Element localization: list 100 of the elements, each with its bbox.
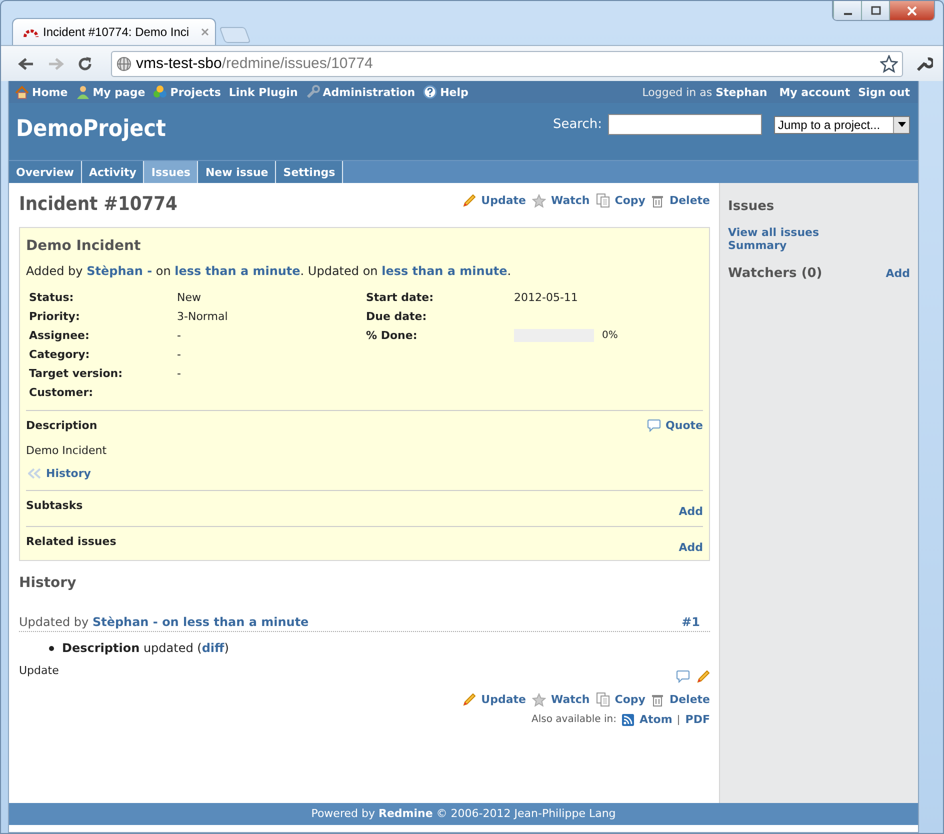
section-heading: Related issues: [26, 535, 116, 548]
journal-number-link[interactable]: #1: [682, 615, 700, 629]
field-value: 2012-05-11: [514, 291, 578, 304]
sidebar-heading: Watchers (0): [728, 266, 822, 281]
action-link[interactable]: Copy: [596, 193, 646, 208]
history-heading: History: [19, 575, 78, 591]
action-link[interactable]: Delete: [651, 692, 710, 706]
browser-tab[interactable]: Incident #10774: Demo Inci: [12, 18, 216, 45]
tab-title: Incident #10774: Demo Inci: [43, 25, 190, 39]
add-link[interactable]: Add: [678, 505, 703, 518]
action-link[interactable]: Update: [462, 194, 526, 208]
caret-icon: [898, 122, 906, 127]
field-value: 3-Normal: [177, 310, 228, 323]
bookmark-star-icon[interactable]: [880, 54, 898, 72]
text-link[interactable]: Stèphan -: [86, 264, 152, 278]
action-link[interactable]: Update: [462, 692, 526, 706]
menu-link[interactable]: Help: [423, 85, 468, 99]
menu-link[interactable]: My page: [76, 85, 146, 99]
history-link[interactable]: History: [28, 467, 91, 480]
pencil-icon[interactable]: [696, 670, 710, 684]
issue-title: Incident #10774: [19, 193, 178, 215]
documents-icon: [596, 193, 610, 208]
reload-icon[interactable]: [77, 56, 93, 72]
field-label: Customer:: [29, 386, 94, 399]
journal-notes: Update: [19, 664, 59, 679]
action-link[interactable]: Watch: [532, 692, 590, 706]
action-link[interactable]: Copy: [596, 692, 646, 707]
field-label: Due date:: [366, 310, 428, 323]
field-value: -: [177, 367, 181, 380]
field-label: Start date:: [366, 291, 435, 304]
section-heading: Description: [26, 419, 98, 432]
close-window-button[interactable]: [889, 1, 934, 20]
format-link[interactable]: PDF: [685, 713, 710, 726]
formats-label: Also available in:: [532, 714, 616, 725]
close-icon[interactable]: [201, 28, 209, 36]
trash-icon: [651, 692, 664, 706]
account-link[interactable]: Sign out: [858, 86, 910, 98]
rss-icon: [622, 714, 634, 726]
diff-link[interactable]: diff: [202, 641, 224, 655]
footer-text: Powered by Redmine © 2006-2012 Jean-Philippe Lang: [9, 803, 918, 825]
globe-icon: [116, 56, 132, 72]
menu-tab[interactable]: Activity: [82, 161, 144, 183]
star-icon: [532, 194, 546, 208]
menu-link[interactable]: Administration: [306, 85, 416, 99]
bullet-icon: [49, 646, 54, 650]
search-label: Search:: [552, 117, 602, 132]
menu-tab[interactable]: New issue: [198, 161, 276, 183]
trash-icon: [651, 194, 664, 208]
pencil-icon: [462, 194, 476, 208]
field-value: -: [177, 329, 181, 342]
double-chevron-icon: [28, 468, 41, 479]
address-bar[interactable]: vms-test-sbo/redmine/issues/10774: [111, 50, 903, 76]
quote-link[interactable]: Quote: [646, 419, 703, 432]
speech-bubble-icon[interactable]: [676, 670, 690, 683]
text-link[interactable]: less than a minute: [382, 264, 508, 278]
pencil-icon: [462, 692, 476, 706]
field-label: Target version:: [29, 367, 124, 380]
change-detail: Description updated (diff): [62, 640, 229, 656]
star-icon: [532, 692, 546, 706]
house-icon: [15, 86, 29, 98]
issue-subject: Demo Incident: [26, 238, 142, 254]
back-icon[interactable]: [17, 56, 35, 72]
author-text: Added by Stèphan - on less than a minute. Updated on less than a minute.: [26, 264, 512, 278]
account-link[interactable]: My account: [779, 86, 850, 98]
sidebar-link[interactable]: Summary: [728, 239, 910, 252]
add-link[interactable]: Add: [678, 541, 703, 554]
project-jump-dropdown[interactable]: Jump to a project...: [774, 116, 910, 134]
search-field[interactable]: [608, 114, 762, 135]
action-link[interactable]: Delete: [651, 194, 710, 208]
text-link[interactable]: Stèphan - on less than a minute: [92, 615, 309, 629]
menu-tab[interactable]: Overview: [9, 161, 82, 183]
project-title: DemoProject: [16, 116, 166, 142]
add-link[interactable]: Add: [886, 267, 910, 280]
sidebar-heading: Issues: [728, 199, 776, 214]
minimize-button[interactable]: [833, 1, 861, 20]
menu-link[interactable]: Link Plugin: [228, 86, 298, 98]
field-value: New: [177, 291, 201, 304]
maximize-icon: [870, 6, 882, 16]
person-icon: [76, 85, 90, 99]
action-link[interactable]: Watch: [532, 194, 590, 208]
close-icon: [906, 6, 918, 16]
maximize-button[interactable]: [861, 1, 889, 20]
logged-in-text: Logged in as Stephan: [642, 86, 768, 98]
text-link[interactable]: less than a minute: [174, 264, 300, 278]
description-text: Demo Incident: [26, 444, 108, 457]
journal-title: Updated by Stèphan - on less than a minute: [19, 615, 309, 629]
menu-tab[interactable]: Settings: [276, 161, 344, 183]
help-icon: [423, 85, 438, 99]
field-label: Assignee:: [29, 329, 90, 342]
field-label: % Done:: [366, 329, 418, 342]
field-value: -: [177, 348, 181, 361]
documents-icon: [596, 692, 610, 707]
section-heading: Subtasks: [26, 499, 83, 512]
field-label: Category:: [29, 348, 91, 361]
sidebar-link[interactable]: View all issues: [728, 226, 910, 239]
menu-link[interactable]: Projects: [153, 85, 221, 99]
user-link[interactable]: Stephan: [716, 86, 768, 98]
percent-text: 0%: [602, 330, 618, 341]
format-link[interactable]: Atom: [622, 713, 672, 726]
menu-link[interactable]: Home: [15, 86, 68, 98]
